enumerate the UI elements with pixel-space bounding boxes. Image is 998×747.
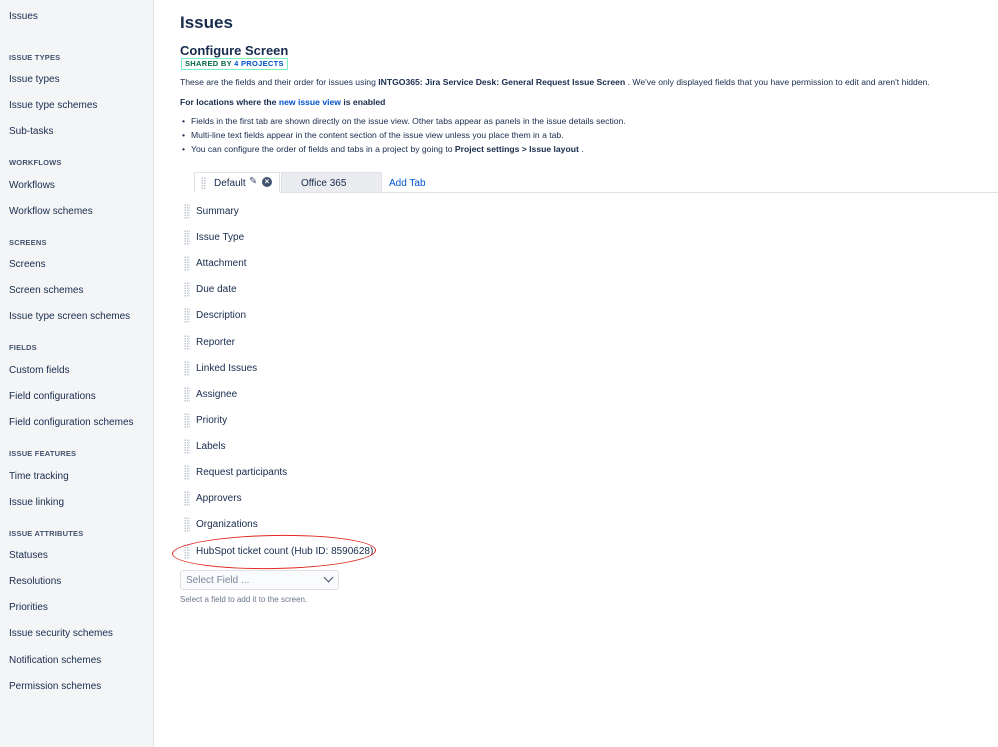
field-label: Approvers [196, 493, 242, 504]
new-issue-view-link[interactable]: new issue view [279, 97, 341, 107]
sidebar-heading-fields: FIELDS [9, 343, 37, 352]
drag-handle-icon[interactable] [184, 387, 190, 402]
drag-handle-icon[interactable] [184, 308, 190, 323]
field-label: Priority [196, 415, 228, 426]
shared-by-projects-badge: SHARED BY 4 PROJECTS [181, 58, 288, 70]
tab-bar-divider [194, 192, 998, 193]
sidebar-heading-issue-features: ISSUE FEATURES [9, 449, 77, 458]
drag-handle-icon[interactable] [184, 517, 190, 532]
sidebar-item-screen-schemes[interactable]: Screen schemes [9, 285, 83, 296]
sidebar-heading-workflows: WORKFLOWS [9, 158, 62, 167]
remove-tab-icon[interactable]: × [262, 177, 272, 187]
sidebar-item-screens[interactable]: Screens [9, 259, 46, 270]
tab-default[interactable]: Default ✎ × [194, 172, 280, 193]
tab-office-365[interactable]: Office 365 [281, 172, 382, 192]
desc-after: . We've only displayed fields that you h… [625, 77, 930, 87]
tab-office-365-label: Office 365 [301, 178, 347, 189]
edit-pencil-icon[interactable]: ✎ [249, 176, 257, 187]
sidebar-item-field-configuration-schemes[interactable]: Field configuration schemes [9, 417, 134, 428]
drag-handle-icon[interactable] [184, 465, 190, 480]
field-label: Organizations [196, 519, 258, 530]
sidebar-item-custom-fields[interactable]: Custom fields [9, 365, 70, 376]
drag-handle-icon[interactable] [184, 230, 190, 245]
bullet3-after: . [578, 144, 584, 154]
select-field-dropdown[interactable]: Select Field ... [180, 570, 339, 590]
sidebar-item-issue-types[interactable]: Issue types [9, 74, 60, 85]
drag-handle-icon[interactable] [184, 439, 190, 454]
sidebar-item-time-tracking[interactable]: Time tracking [9, 471, 69, 482]
sidebar-item-priorities[interactable]: Priorities [9, 602, 48, 613]
select-field-placeholder: Select Field ... [186, 575, 250, 586]
loc-after: is enabled [340, 97, 386, 107]
info-bullet: You can configure the order of fields an… [180, 144, 626, 158]
drag-handle-icon[interactable] [201, 177, 206, 190]
drag-handle-icon[interactable] [184, 204, 190, 219]
loc-before: For locations where the [180, 97, 279, 107]
drag-handle-icon[interactable] [184, 282, 190, 297]
select-field-help-text: Select a field to add it to the screen. [180, 595, 308, 604]
field-label: Issue Type [196, 232, 245, 243]
sidebar-item-workflows[interactable]: Workflows [9, 180, 55, 191]
info-bullet-list: Fields in the first tab are shown direct… [180, 116, 626, 158]
field-label: Due date [196, 284, 237, 295]
bullet3-bold: Project settings > Issue layout [454, 144, 579, 154]
admin-sidebar: Issues ISSUE TYPES Issue types Issue typ… [0, 0, 154, 747]
field-label: Linked Issues [196, 363, 258, 374]
sidebar-item-issue-security-schemes[interactable]: Issue security schemes [9, 628, 113, 639]
sidebar-item-notification-schemes[interactable]: Notification schemes [9, 655, 101, 666]
sidebar-item-permission-schemes[interactable]: Permission schemes [9, 681, 101, 692]
field-label: Reporter [196, 337, 235, 348]
screen-description: These are the fields and their order for… [180, 77, 930, 87]
sidebar-item-sub-tasks[interactable]: Sub-tasks [9, 126, 53, 137]
field-label: Attachment [196, 258, 247, 269]
sidebar-heading-issue-attributes: ISSUE ATTRIBUTES [9, 529, 84, 538]
bullet3-before: You can configure the order of fields an… [191, 144, 455, 154]
sidebar-item-resolutions[interactable]: Resolutions [9, 576, 61, 587]
shared-badge-prefix: SHARED BY [185, 59, 235, 68]
field-label: HubSpot ticket count (Hub ID: 8590628) [196, 546, 374, 557]
field-label: Request participants [196, 467, 288, 478]
add-tab-link[interactable]: Add Tab [389, 178, 426, 189]
info-bullet: Fields in the first tab are shown direct… [180, 116, 626, 130]
sidebar-item-issue-linking[interactable]: Issue linking [9, 497, 64, 508]
sidebar-heading-issue-types: ISSUE TYPES [9, 53, 61, 62]
info-bullet: Multi-line text fields appear in the con… [180, 130, 626, 144]
sidebar-item-issue-type-screen-schemes[interactable]: Issue type screen schemes [9, 311, 130, 322]
new-issue-view-heading: For locations where the new issue view i… [180, 97, 385, 107]
desc-before: These are the fields and their order for… [180, 77, 379, 87]
drag-handle-icon[interactable] [184, 335, 190, 350]
sidebar-item-field-configurations[interactable]: Field configurations [9, 391, 96, 402]
sidebar-item-statuses[interactable]: Statuses [9, 550, 48, 561]
field-label: Summary [196, 206, 239, 217]
sidebar-item-issue-type-schemes[interactable]: Issue type schemes [9, 100, 97, 111]
chevron-down-icon [323, 572, 334, 583]
shared-projects-link[interactable]: 4 PROJECTS [234, 59, 284, 68]
drag-handle-icon[interactable] [184, 361, 190, 376]
sidebar-item-workflow-schemes[interactable]: Workflow schemes [9, 206, 93, 217]
field-label: Description [196, 310, 247, 321]
drag-handle-icon[interactable] [184, 256, 190, 271]
field-label: Assignee [196, 389, 238, 400]
tab-default-label: Default [214, 178, 246, 189]
screen-title: Configure Screen [180, 43, 289, 58]
field-label: Labels [196, 441, 226, 452]
desc-screen-name: INTGO365: Jira Service Desk: General Req… [378, 77, 626, 87]
sidebar-top-link-issues[interactable]: Issues [9, 11, 38, 22]
sidebar-heading-screens: SCREENS [9, 238, 47, 247]
drag-handle-icon[interactable] [184, 491, 190, 506]
drag-handle-icon[interactable] [184, 544, 190, 559]
drag-handle-icon[interactable] [184, 413, 190, 428]
page-title: Issues [180, 13, 233, 32]
